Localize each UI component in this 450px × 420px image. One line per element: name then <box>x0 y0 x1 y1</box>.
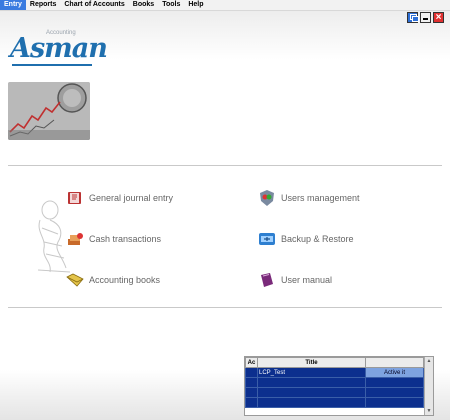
menu-reports[interactable]: Reports <box>26 0 60 10</box>
brand-underline <box>12 64 92 66</box>
cash-stack-icon <box>66 230 84 248</box>
divider-top <box>8 165 442 166</box>
users-shield-icon <box>258 189 276 207</box>
brand-subtitle: Accounting <box>46 30 76 36</box>
grid-scrollbar[interactable]: ▲ ▼ <box>424 357 433 415</box>
cash-transactions-link[interactable]: Cash transactions <box>66 230 161 248</box>
grid-header-title[interactable]: Title <box>257 357 366 368</box>
grid-cell-indicator <box>245 367 258 378</box>
menu-help[interactable]: Help <box>184 0 207 10</box>
scroll-down-icon[interactable]: ▼ <box>425 407 433 415</box>
grid-cell-title[interactable]: LCP_Test <box>257 367 366 378</box>
folder-icon <box>66 271 84 289</box>
cash-transactions-label: Cash transactions <box>89 234 162 244</box>
grid-cell-status[interactable]: Active it <box>365 367 424 378</box>
menu-bar: Entry Reports Chart of Accounts Books To… <box>0 0 450 11</box>
general-journal-entry-label: General journal entry <box>89 193 174 203</box>
manual-book-icon <box>258 271 276 289</box>
table-row[interactable] <box>245 377 424 388</box>
brand-name: Asman <box>10 33 108 64</box>
accounting-books-label: Accounting books <box>89 275 161 285</box>
backup-restore-link[interactable]: Backup & Restore <box>258 230 354 248</box>
user-manual-link[interactable]: User manual <box>258 271 332 289</box>
minimize-button[interactable] <box>420 12 431 23</box>
general-journal-entry-link[interactable]: General journal entry <box>66 189 173 207</box>
company-grid[interactable]: Ac Title LCP_Test Active it ▲ ▼ <box>244 356 434 416</box>
close-button[interactable]: × <box>433 12 444 23</box>
menu-chart-of-accounts[interactable]: Chart of Accounts <box>60 0 128 10</box>
table-row[interactable] <box>245 397 424 408</box>
users-management-link[interactable]: Users management <box>258 189 360 207</box>
coin-chart-image <box>8 82 90 140</box>
backup-restore-label: Backup & Restore <box>281 234 354 244</box>
brand-logo: Asman Accounting <box>10 30 108 66</box>
backup-drive-icon <box>258 230 276 248</box>
table-row[interactable] <box>245 387 424 398</box>
menu-entry[interactable]: Entry <box>0 0 26 10</box>
window-controls: × <box>407 12 444 23</box>
menu-tools[interactable]: Tools <box>158 0 184 10</box>
scroll-up-icon[interactable]: ▲ <box>425 357 433 365</box>
restore-button[interactable] <box>407 12 419 23</box>
journal-book-icon <box>66 189 84 207</box>
grid-header-empty <box>365 357 424 368</box>
users-management-label: Users management <box>281 193 360 203</box>
grid-header-active[interactable]: Ac <box>245 357 258 368</box>
accounting-books-link[interactable]: Accounting books <box>66 271 160 289</box>
user-manual-label: User manual <box>281 275 333 285</box>
divider-bottom <box>8 307 442 308</box>
table-row[interactable]: LCP_Test Active it <box>245 367 424 378</box>
menu-books[interactable]: Books <box>129 0 158 10</box>
